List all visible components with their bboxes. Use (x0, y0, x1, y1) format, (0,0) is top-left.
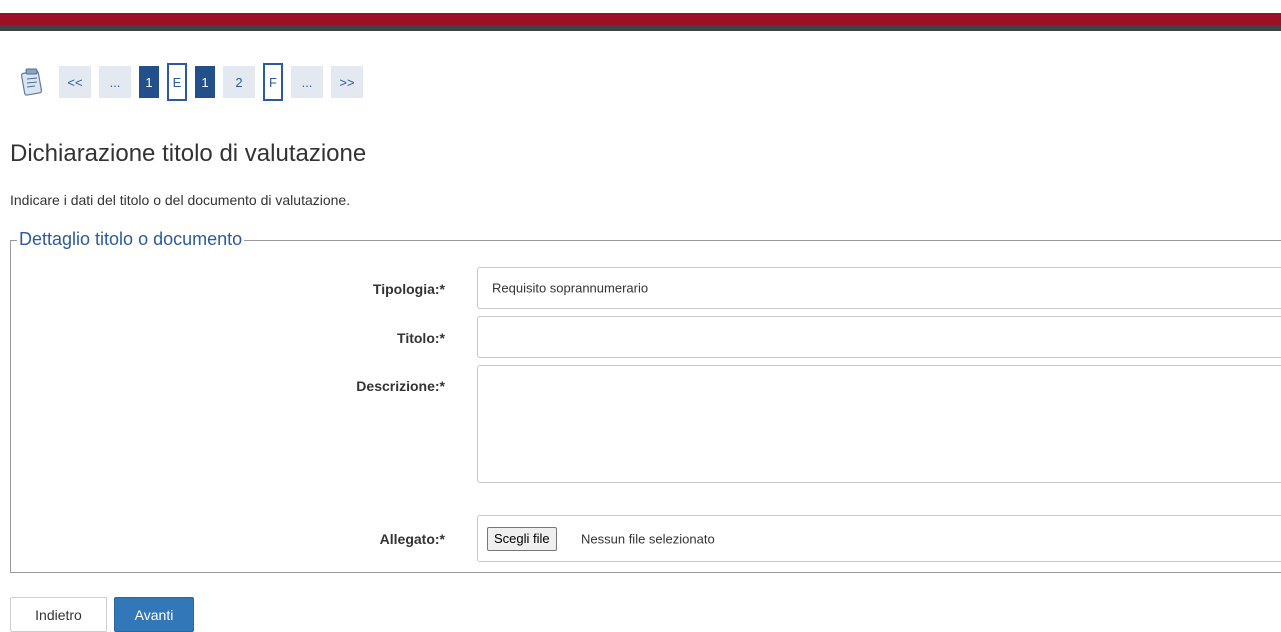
file-status-text: Nessun file selezionato (581, 531, 715, 546)
pager-substep-2[interactable]: 2 (223, 66, 255, 98)
pager-first-button[interactable]: << (59, 66, 91, 98)
descrizione-label: Descrizione:* (356, 378, 445, 394)
titolo-input[interactable] (477, 316, 1281, 358)
choose-file-button[interactable]: Scegli file (487, 526, 557, 551)
wizard-pager: << ... 1 E 1 2 F ... >> (20, 62, 371, 102)
fieldset-legend: Dettaglio titolo o documento (17, 229, 245, 250)
pager-step-e-current[interactable]: E (167, 63, 187, 101)
pager-step-1[interactable]: 1 (139, 66, 159, 98)
header-secondary-bar (0, 25, 1281, 31)
page-subtitle: Indicare i dati del titolo o del documen… (10, 192, 351, 208)
next-button[interactable]: Avanti (114, 597, 194, 632)
pager-step-f[interactable]: F (263, 63, 283, 101)
pager-substep-1[interactable]: 1 (195, 66, 215, 98)
tipologia-select[interactable]: Requisito soprannumerario (477, 267, 1281, 309)
clipboard-icon (20, 68, 43, 96)
descrizione-textarea[interactable] (477, 365, 1281, 483)
pager-last-button[interactable]: >> (331, 66, 363, 98)
back-button[interactable]: Indietro (10, 597, 107, 632)
tipologia-label: Tipologia:* (372, 281, 445, 297)
titolo-label: Titolo:* (397, 330, 445, 346)
pager-ellipsis-prev[interactable]: ... (99, 66, 131, 98)
header-brand-bar (0, 13, 1281, 25)
allegato-file-input[interactable]: Scegli file Nessun file selezionato (477, 515, 1281, 562)
page-title: Dichiarazione titolo di valutazione (10, 140, 367, 167)
tipologia-value: Requisito soprannumerario (492, 280, 649, 296)
pager-ellipsis-next[interactable]: ... (291, 66, 323, 98)
allegato-label: Allegato:* (379, 531, 445, 547)
